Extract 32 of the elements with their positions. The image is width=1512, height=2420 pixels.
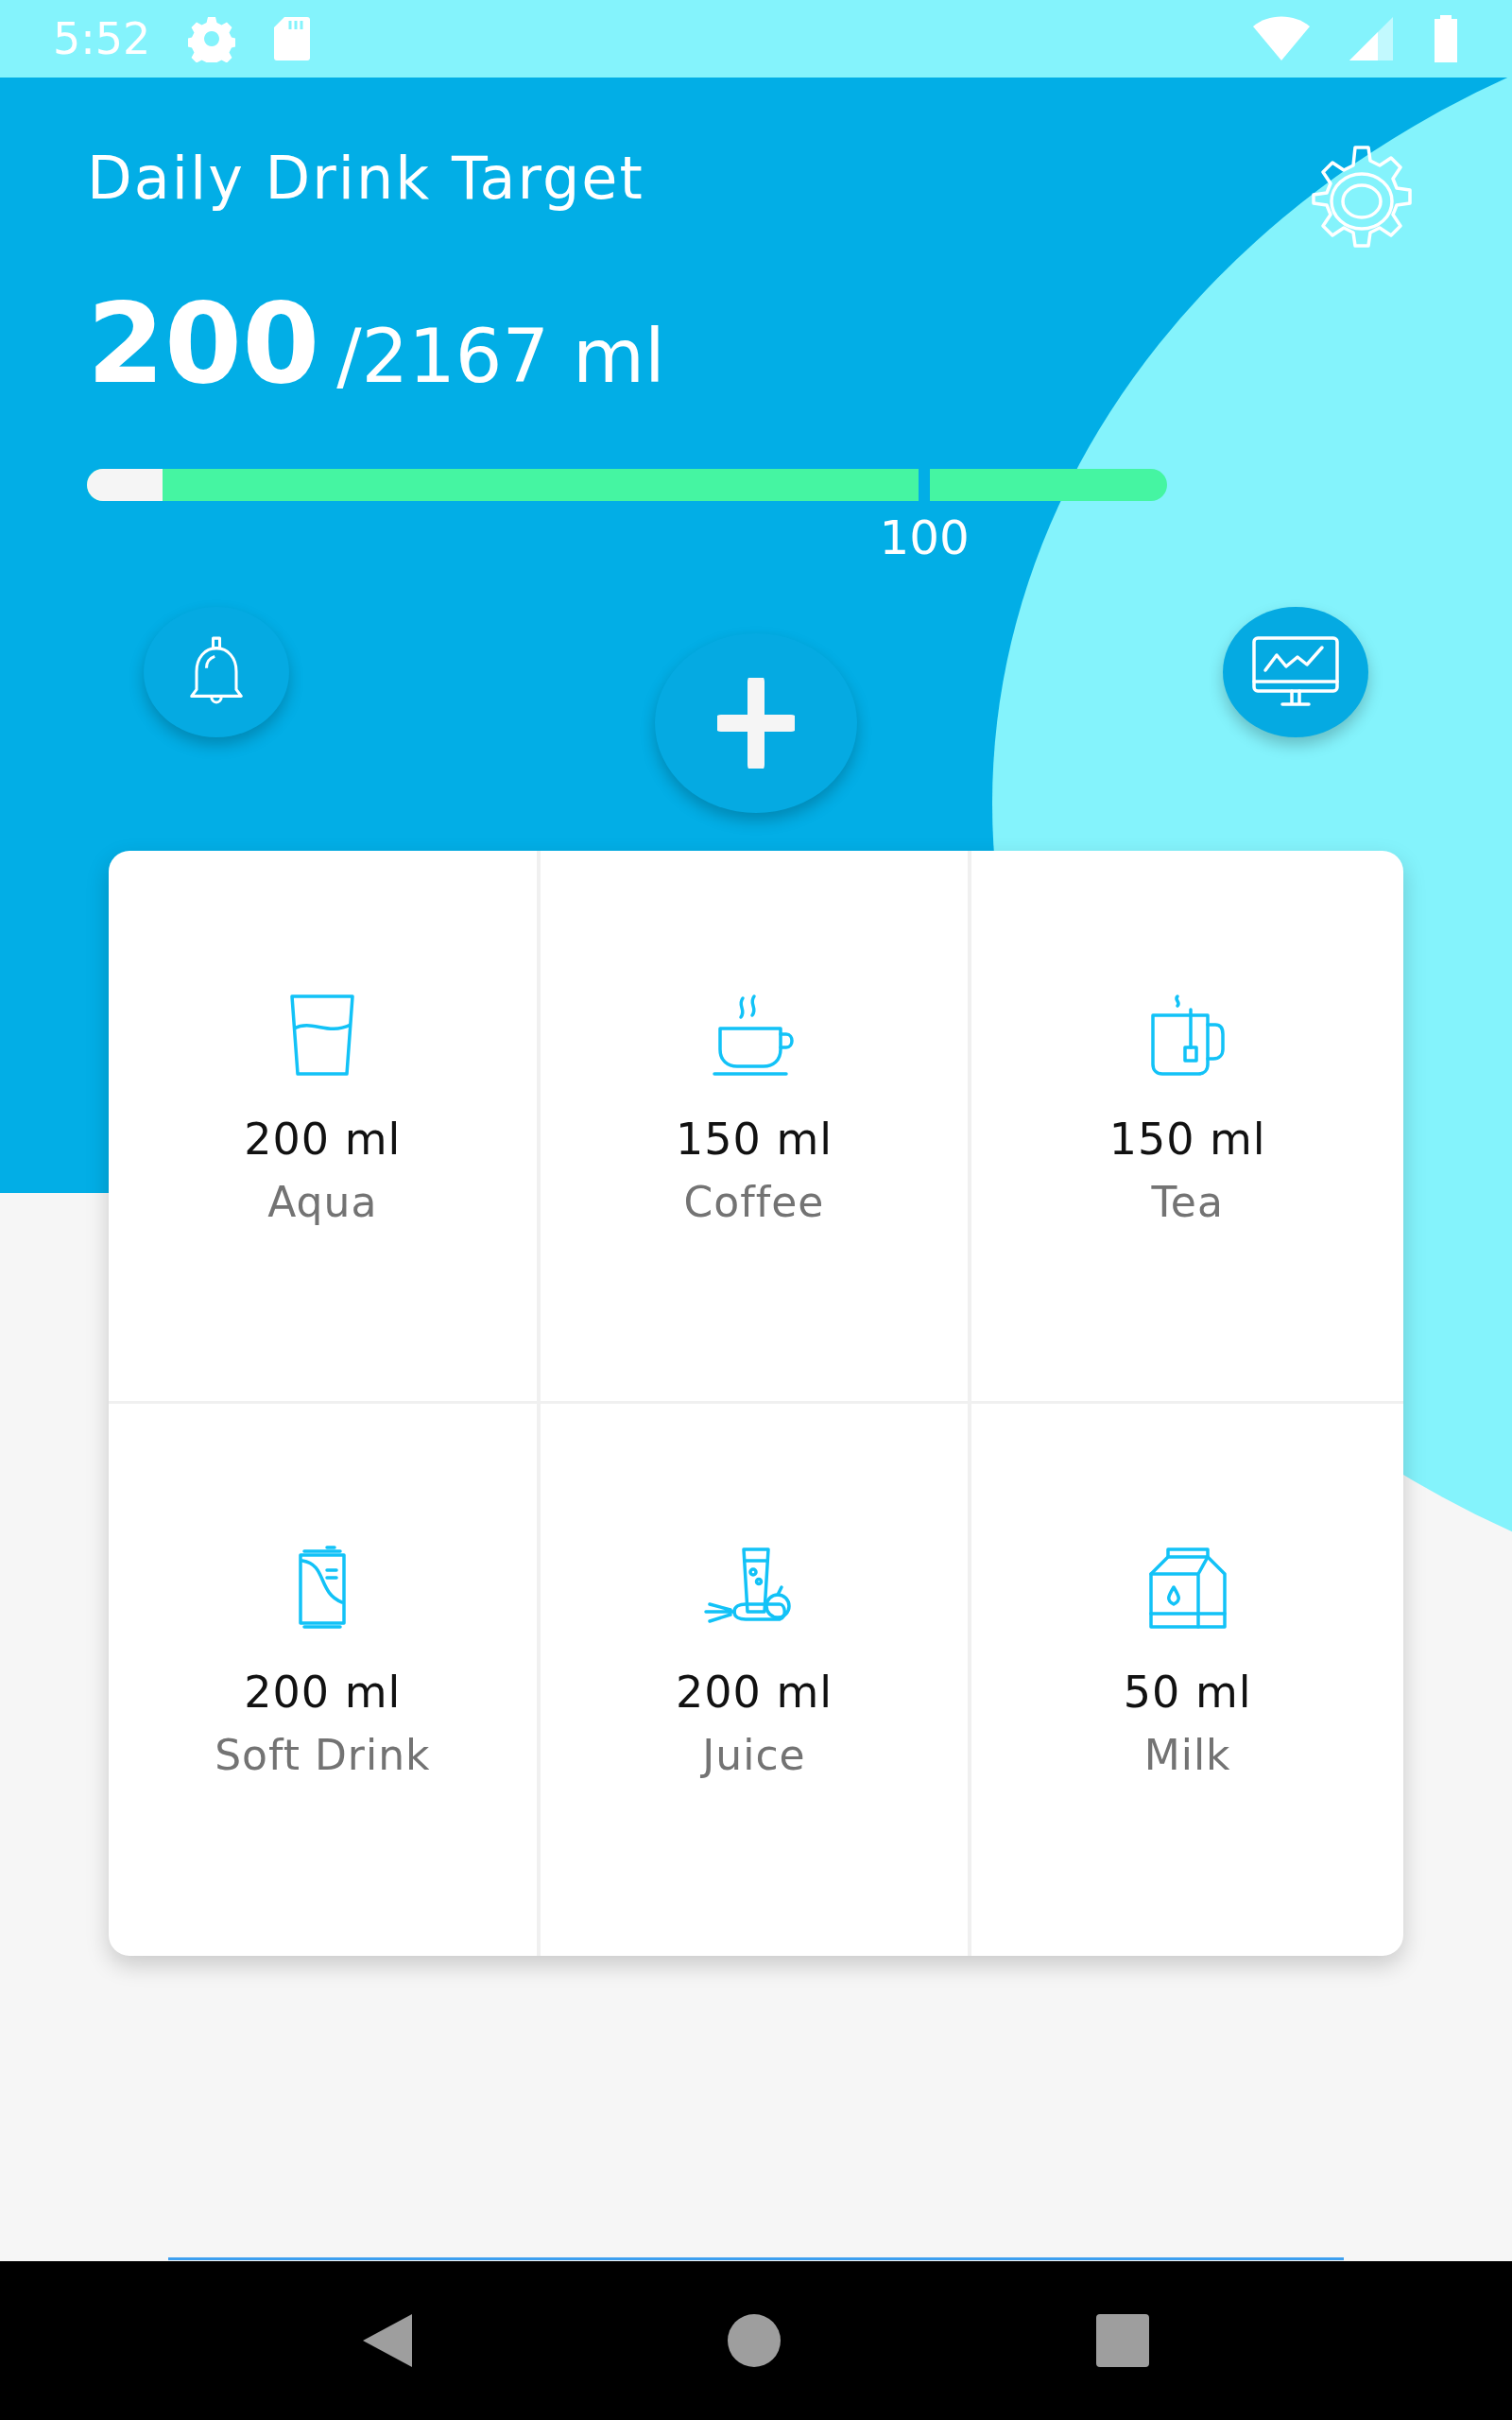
drink-amount: 150 ml: [676, 1114, 833, 1165]
signal-icon: [1348, 15, 1395, 62]
drink-option[interactable]: 200 ml Aqua: [109, 851, 541, 1404]
home-icon[interactable]: [726, 2312, 782, 2369]
drink-option[interactable]: 200 ml Juice: [540, 1403, 972, 1956]
drink-name: Juice: [702, 1730, 806, 1779]
drink-amount: 200 ml: [676, 1666, 833, 1718]
drink-name: Aqua: [267, 1178, 378, 1226]
drink-option[interactable]: 150 ml Tea: [971, 851, 1403, 1404]
battery-icon: [1433, 15, 1459, 62]
wifi-icon: [1253, 15, 1310, 62]
drink-name: Soft Drink: [215, 1730, 431, 1779]
drink-amount: 50 ml: [1123, 1666, 1252, 1718]
drink-amount: 150 ml: [1108, 1114, 1266, 1165]
plus-icon: [717, 678, 795, 769]
recents-icon[interactable]: [1094, 2312, 1151, 2369]
drink-amount: 200 ml: [244, 1666, 402, 1718]
status-time: 5:52: [53, 13, 151, 64]
drink-name: Coffee: [683, 1178, 825, 1226]
drink-option[interactable]: 50 ml Milk: [971, 1403, 1403, 1956]
drink-name: Tea: [1151, 1178, 1224, 1226]
consumed-amount: 200: [87, 278, 320, 408]
drink-option[interactable]: 200 ml Soft Drink: [109, 1403, 541, 1956]
settings-icon: [188, 15, 236, 62]
drink-amount: 200 ml: [244, 1114, 402, 1165]
drink-name: Milk: [1143, 1730, 1231, 1779]
drink-option[interactable]: 150 ml Coffee: [540, 851, 972, 1404]
target-amount: /2167 ml: [336, 314, 665, 399]
back-icon[interactable]: [361, 2312, 414, 2369]
header-title: Daily Drink Target: [87, 144, 644, 213]
sd-card-icon: [273, 15, 312, 62]
marker-label: 100: [879, 510, 970, 565]
